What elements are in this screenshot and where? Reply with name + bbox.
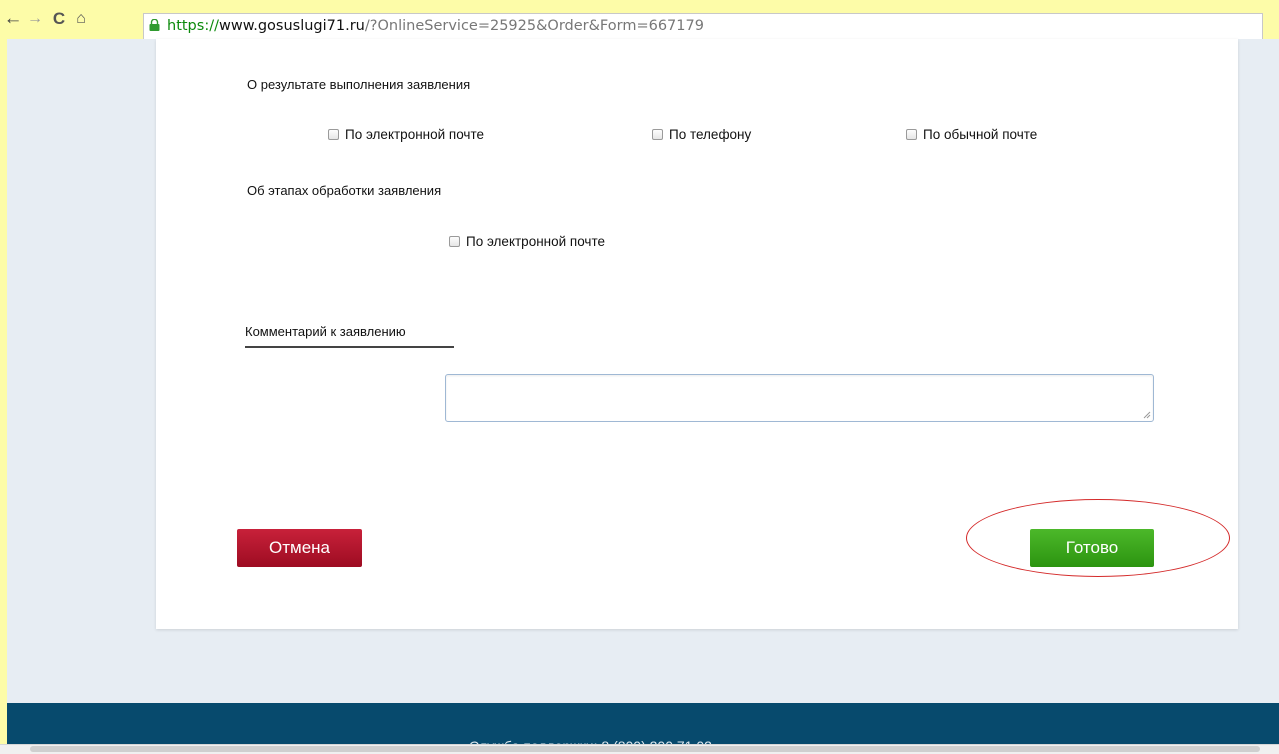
reload-icon[interactable]: C [48,8,70,30]
result-email-checkbox[interactable]: По электронной почте [328,127,484,142]
checkbox-box[interactable] [449,236,460,247]
back-arrow-icon[interactable]: ← [2,8,24,30]
url-host: www.gosuslugi71.ru [218,18,365,34]
browser-toolbar: ← → C ⌂ https://www.gosuslugi71.ru/?Onli… [0,0,1279,39]
result-notification-label: О результате выполнения заявления [247,77,471,92]
checkbox-label: По обычной почте [923,127,1038,142]
comment-label-underline [245,346,454,348]
form-card: О результате выполнения заявления По эле… [156,39,1238,629]
cancel-button[interactable]: Отмена [237,529,362,567]
page-viewport: О результате выполнения заявления По эле… [7,39,1279,753]
comment-label: Комментарий к заявлению [245,324,406,339]
checkbox-box[interactable] [328,129,339,140]
result-phone-checkbox[interactable]: По телефону [652,127,751,142]
checkbox-label: По электронной почте [345,127,485,142]
scrollbar-thumb[interactable] [30,746,1260,752]
done-button[interactable]: Готово [1030,529,1154,567]
checkbox-box[interactable] [906,129,917,140]
home-icon[interactable]: ⌂ [70,8,92,30]
comment-textarea[interactable] [445,374,1154,422]
checkbox-box[interactable] [652,129,663,140]
url-path: /?OnlineService=25925&Order&Form=667179 [364,18,704,34]
result-mail-checkbox[interactable]: По обычной почте [906,127,1037,142]
checkbox-label: По телефону [669,127,752,142]
stage-email-checkbox[interactable]: По электронной почте [449,234,605,249]
address-bar[interactable]: https://www.gosuslugi71.ru/?OnlineServic… [143,13,1263,39]
checkbox-label: По электронной почте [466,234,606,249]
lock-icon [149,19,160,31]
forward-arrow-icon[interactable]: → [24,8,46,30]
url-scheme: https:// [167,18,219,34]
url-text: https://www.gosuslugi71.ru/?OnlineServic… [167,16,704,36]
stage-notification-label: Об этапах обработки заявления [247,183,442,198]
resize-grip-icon[interactable] [1143,411,1151,419]
